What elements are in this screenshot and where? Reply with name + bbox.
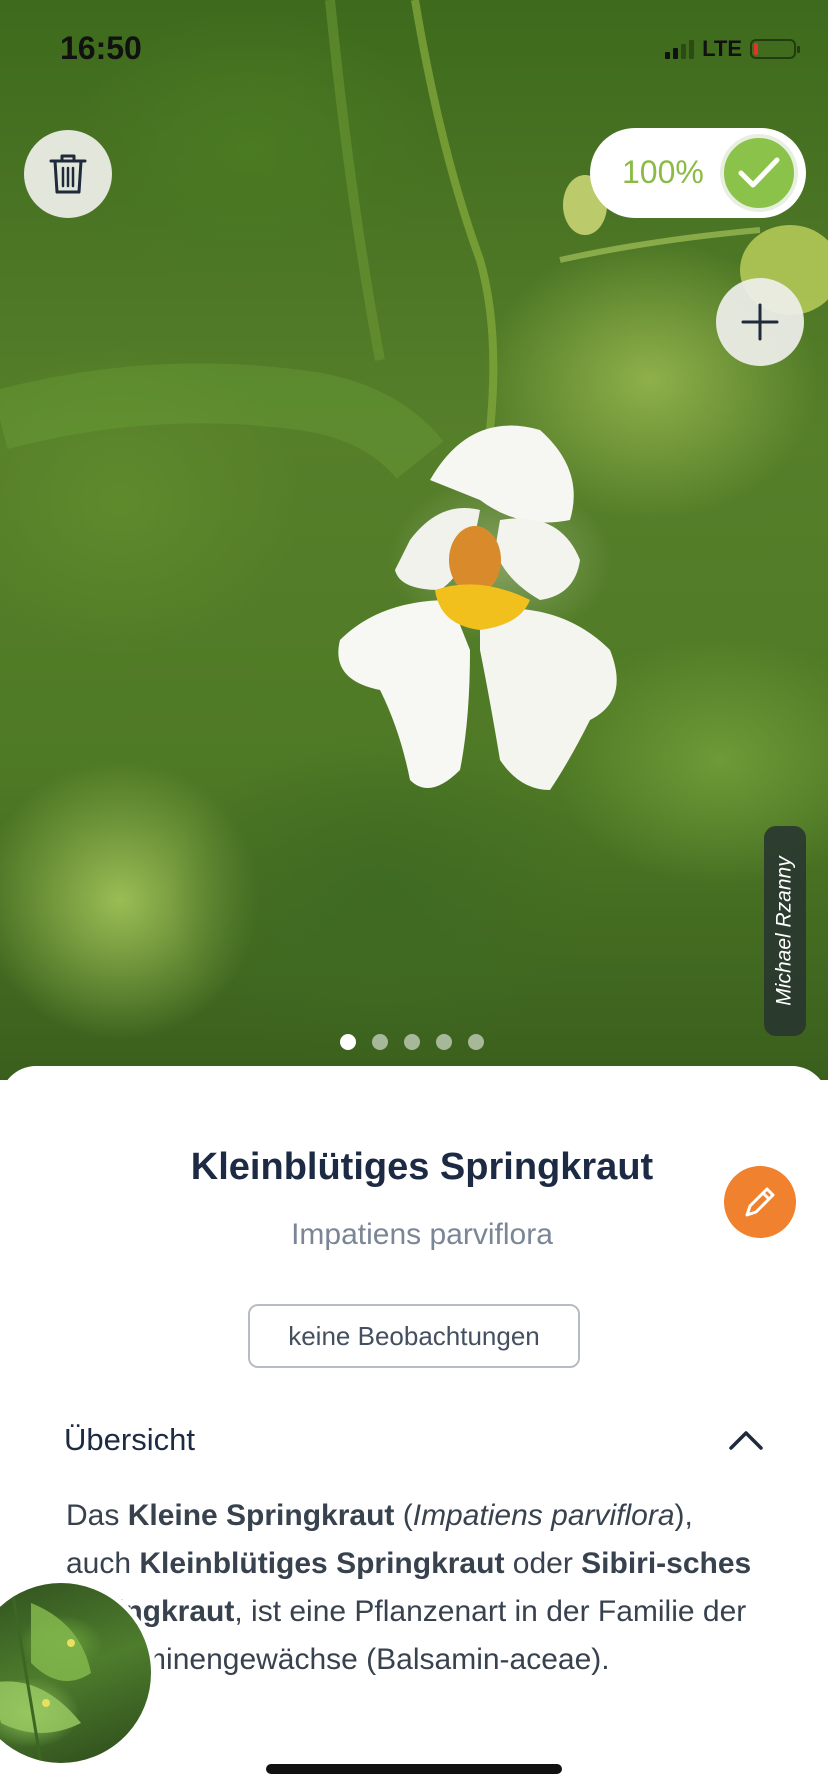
species-common-name: Kleinblütiges Springkraut	[190, 1146, 654, 1188]
observations-chip[interactable]: keine Beobachtungen	[248, 1304, 580, 1368]
trash-icon	[49, 154, 87, 194]
photo-pager[interactable]	[340, 1034, 484, 1050]
chevron-up-icon	[729, 1431, 763, 1450]
delete-button[interactable]	[24, 130, 112, 218]
network-type: LTE	[702, 36, 742, 61]
home-indicator[interactable]	[266, 1764, 562, 1774]
overview-header[interactable]: Übersicht	[64, 1422, 195, 1458]
overview-text-part: Impatiens parviflora	[412, 1499, 675, 1532]
signal-icon	[665, 39, 695, 59]
confidence-value: 100%	[622, 154, 704, 190]
pager-dot[interactable]	[340, 1034, 356, 1050]
species-scientific-name: Impatiens parviflora	[291, 1218, 553, 1251]
pager-dot[interactable]	[468, 1034, 484, 1050]
photo-credit: Michael Rzanny	[764, 826, 806, 1036]
overview-text-part: oder	[504, 1547, 582, 1580]
confidence-indicator[interactable]: 100%	[590, 128, 806, 218]
status-time: 16:50	[60, 30, 142, 66]
pager-dot[interactable]	[436, 1034, 452, 1050]
overview-text-part: Das	[66, 1499, 128, 1532]
photo-credit-text: Michael Rzanny	[773, 856, 796, 1006]
battery-icon	[750, 39, 800, 59]
pager-dot[interactable]	[372, 1034, 388, 1050]
pager-dot[interactable]	[404, 1034, 420, 1050]
edit-button[interactable]	[724, 1166, 796, 1238]
plus-icon	[741, 303, 779, 341]
check-icon	[720, 134, 798, 212]
status-indicators: LTE	[665, 36, 800, 62]
overview-text-part: Kleinblütiges Springkraut	[139, 1547, 505, 1580]
overview-text-part: (	[394, 1499, 413, 1532]
overview-text: Das Kleine Springkraut (Impatiens parvif…	[66, 1492, 766, 1684]
add-button[interactable]	[716, 278, 804, 366]
overview-text-part: Kleine Springkraut	[127, 1499, 395, 1532]
pencil-icon	[745, 1187, 775, 1217]
collapse-button[interactable]	[726, 1420, 766, 1460]
